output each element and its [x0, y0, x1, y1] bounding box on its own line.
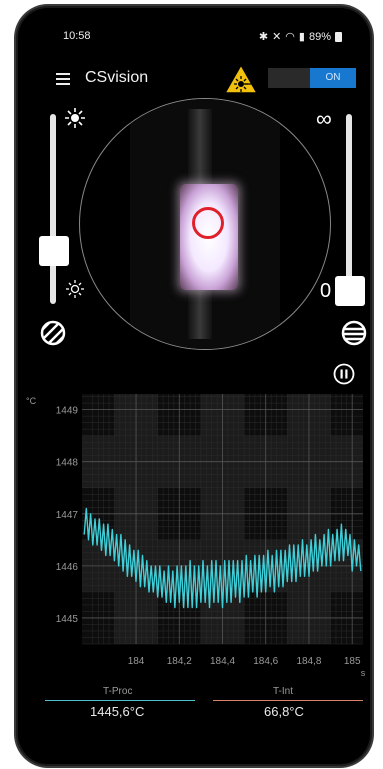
- x-tick-label: 184,6: [253, 656, 278, 667]
- y-tick-label: 1447: [56, 510, 79, 521]
- status-bar: 10:58 ✱ ✕ ◠ ▮ 89%: [18, 28, 370, 46]
- status-time: 10:58: [63, 30, 91, 42]
- toggle-on-label: ON: [310, 68, 356, 88]
- mute-icon: ✕: [272, 31, 282, 43]
- battery-percent: 89%: [308, 30, 331, 43]
- y-axis-unit: °C: [26, 396, 37, 406]
- y-tick-label: 1446: [56, 562, 79, 573]
- readout-value-t-proc: 1445,6°C: [90, 704, 145, 719]
- readout-underline-t-proc: [45, 700, 195, 701]
- brightness-slider[interactable]: [50, 114, 56, 304]
- focus-slider-knob[interactable]: [335, 276, 365, 306]
- focus-zero-label: 0: [320, 280, 332, 302]
- app-bar: CSvision ON: [18, 63, 370, 97]
- y-tick-label: 1445: [56, 614, 79, 625]
- filter-lines-button[interactable]: [341, 320, 367, 346]
- x-axis-unit: s: [361, 668, 366, 678]
- wifi-icon: ◠: [285, 31, 295, 43]
- infinity-label: ∞: [316, 106, 332, 131]
- readout-label-t-proc: T-Proc: [103, 686, 133, 697]
- temperature-chart[interactable]: °C 184 184,2 184,4 184,6 184,8 185 1449 1448 144…: [26, 368, 370, 678]
- app-title: CSvision: [85, 69, 149, 86]
- x-tick-label: 184: [128, 656, 145, 667]
- x-tick-label: 184,2: [167, 656, 192, 667]
- menu-icon[interactable]: [56, 73, 70, 85]
- measurement-target-ring[interactable]: [192, 207, 224, 239]
- x-tick-label: 185: [344, 656, 361, 667]
- x-tick-label: 184,8: [296, 656, 321, 667]
- brightness-slider-knob[interactable]: [39, 236, 69, 266]
- signal-icon: ▮: [298, 31, 305, 43]
- battery-icon: [335, 31, 342, 42]
- phone-screen: 10:58 ✱ ✕ ◠ ▮ 89% CSvision ON ∞ 0 °C 184…: [18, 8, 370, 764]
- x-tick-label: 184,4: [210, 656, 235, 667]
- brightness-high-icon: [65, 108, 85, 128]
- bluetooth-icon: ✱: [258, 31, 269, 43]
- y-tick-label: 1449: [56, 406, 79, 417]
- status-icons: ✱ ✕ ◠ ▮ 89%: [259, 30, 342, 43]
- laser-warning-icon: [224, 64, 258, 94]
- y-tick-label: 1448: [56, 458, 79, 469]
- filter-hatched-button[interactable]: [40, 320, 66, 346]
- chart-plot: 184 184,2 184,4 184,6 184,8 185 1449 1448 1447 14…: [56, 394, 366, 678]
- laser-toggle[interactable]: ON: [268, 68, 356, 88]
- brightness-low-icon: [66, 280, 84, 298]
- readout-underline-t-int: [213, 700, 363, 701]
- camera-view[interactable]: [79, 98, 331, 350]
- readout-value-t-int: 66,8°C: [264, 704, 304, 719]
- readout-label-t-int: T-Int: [273, 686, 294, 697]
